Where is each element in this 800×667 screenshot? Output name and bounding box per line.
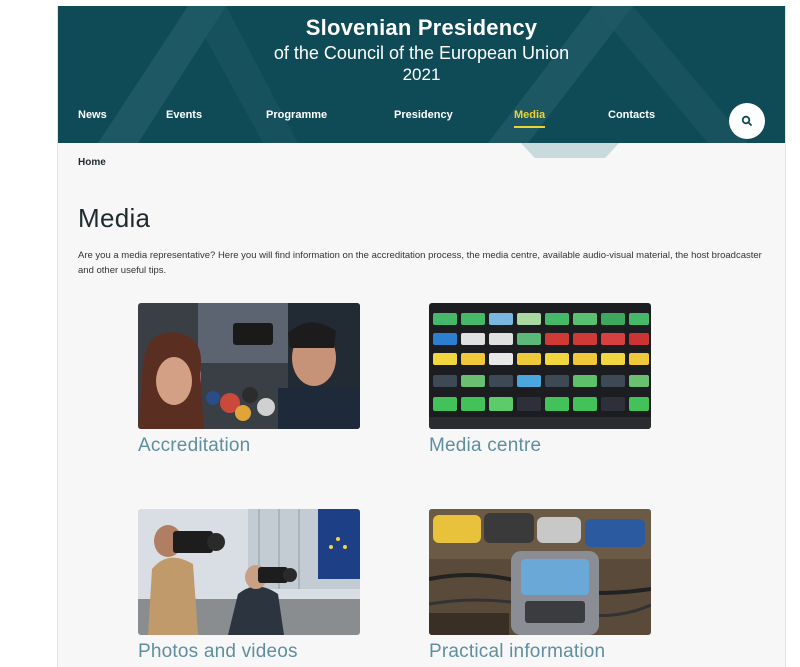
nav-item-news[interactable]: News (78, 109, 107, 121)
page-frame: Slovenian Presidency of the Council of t… (57, 6, 786, 667)
nav-item-contacts[interactable]: Contacts (608, 109, 655, 121)
site-header: Slovenian Presidency of the Council of t… (58, 6, 785, 143)
breadcrumb-home[interactable]: Home (78, 157, 106, 168)
card-accreditation[interactable]: Accreditation (138, 303, 360, 457)
card-practical-information[interactable]: Practical information (429, 509, 651, 663)
photographers-photo[interactable] (138, 509, 360, 635)
nav-item-programme[interactable]: Programme (266, 109, 327, 121)
card-label[interactable]: Media centre (429, 435, 651, 457)
site-year: 2021 (402, 65, 441, 84)
nav-item-media[interactable]: Media (514, 109, 546, 128)
main-nav: News Events Programme Presidency Media C… (58, 109, 785, 131)
press-scrum-photo[interactable] (138, 303, 360, 429)
search-icon (741, 115, 753, 127)
mixing-console-photo[interactable] (429, 303, 651, 429)
search-button[interactable] (729, 103, 765, 139)
site-subtitle: of the Council of the European Union (273, 43, 570, 63)
site-title[interactable]: Slovenian Presidency (58, 14, 785, 42)
header-accent-shape (521, 143, 619, 158)
nav-item-presidency[interactable]: Presidency (394, 109, 453, 121)
card-label[interactable]: Practical information (429, 641, 651, 663)
recorder-microphones-photo[interactable] (429, 509, 651, 635)
card-photos-and-videos[interactable]: Photos and videos (138, 509, 360, 663)
nav-item-events[interactable]: Events (166, 109, 202, 121)
card-label[interactable]: Photos and videos (138, 641, 360, 663)
card-label[interactable]: Accreditation (138, 435, 360, 457)
page-intro: Are you a media representative? Here you… (78, 250, 762, 276)
card-media-centre[interactable]: Media centre (429, 303, 651, 457)
page-title: Media (78, 203, 151, 233)
